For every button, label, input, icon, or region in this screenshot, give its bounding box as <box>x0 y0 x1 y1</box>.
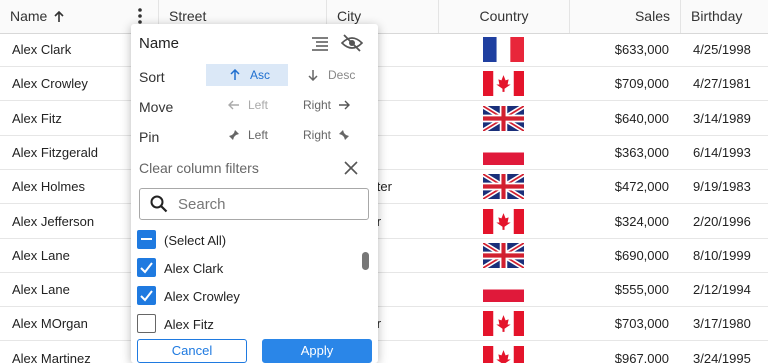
table-row[interactable]: Alex Fitzgeraldw$363,0006/14/1993 <box>0 136 768 170</box>
column-header-name-label: Name <box>10 8 48 24</box>
filter-option-alex-clark[interactable]: Alex Clark <box>131 258 356 280</box>
cell-sales: $472,000 <box>614 179 669 195</box>
column-header-sales[interactable]: Sales <box>570 0 681 33</box>
move-left-label: Left <box>248 98 269 112</box>
grid-header: Name Street City Country Sales Birthday <box>0 0 768 34</box>
search-placeholder: Search <box>178 196 226 213</box>
canada-flag-icon <box>483 71 524 97</box>
sort-desc-button[interactable]: Desc <box>301 64 371 86</box>
arrow-down-icon <box>308 70 318 81</box>
arrow-right-icon <box>339 100 350 110</box>
pin-icon <box>229 130 239 140</box>
cell-sales: $709,000 <box>614 76 669 92</box>
cancel-button[interactable]: Cancel <box>137 339 247 363</box>
search-input[interactable]: Search <box>139 188 369 220</box>
checkbox-checked[interactable] <box>137 258 156 277</box>
table-row[interactable]: Alex Laneol$690,0008/10/1999 <box>0 239 768 273</box>
clear-column-filters-button[interactable]: Clear column filters <box>139 160 259 176</box>
sort-label: Sort <box>139 69 165 85</box>
filter-option-alex-crowley[interactable]: Alex Crowley <box>131 286 356 308</box>
cell-birthday: 8/10/1999 <box>693 247 751 263</box>
checkbox-indeterminate[interactable] <box>137 230 156 249</box>
move-left-button[interactable]: Left <box>226 94 276 116</box>
move-label: Move <box>139 99 174 115</box>
cell-sales: $690,000 <box>614 247 669 263</box>
france-flag-icon <box>483 37 524 62</box>
pin-right-label: Right <box>303 128 332 142</box>
cell-sales: $633,000 <box>614 42 669 57</box>
pin-icon <box>339 130 349 140</box>
table-row[interactable]: Alex Fitzol$640,0003/14/1989 <box>0 102 768 136</box>
column-header-birthday[interactable]: Birthday <box>681 0 768 33</box>
close-icon[interactable] <box>344 161 358 175</box>
checkbox-unchecked[interactable] <box>137 314 156 333</box>
filter-option-label: Alex Fitz <box>164 317 214 332</box>
cell-sales: $703,000 <box>614 316 669 332</box>
move-right-button[interactable]: Right <box>303 94 363 116</box>
table-row[interactable]: Alex Holmesester$472,0009/19/1983 <box>0 170 768 205</box>
uk-flag-icon <box>483 174 524 200</box>
filter-option-select-all[interactable]: (Select All) <box>131 230 356 252</box>
check-icon <box>140 262 153 274</box>
cell-birthday: 3/24/1995 <box>693 350 751 363</box>
cell-birthday: 4/27/1981 <box>693 76 751 92</box>
pin-right-button[interactable]: Right <box>303 124 363 146</box>
poland-flag-icon <box>483 139 524 165</box>
cell-birthday: 3/17/1980 <box>693 316 751 332</box>
pin-left-button[interactable]: Left <box>226 124 276 146</box>
canada-flag-icon <box>483 311 524 337</box>
table-row[interactable]: Alex Clarkle$633,0004/25/1998 <box>0 33 768 67</box>
apply-button[interactable]: Apply <box>262 339 372 363</box>
cell-birthday: 9/19/1983 <box>693 179 751 195</box>
cell-birthday: 2/20/1996 <box>693 213 751 229</box>
filter-option-label: Alex Clark <box>164 261 224 276</box>
cell-birthday: 2/12/1994 <box>693 282 751 298</box>
sort-desc-label: Desc <box>328 68 356 82</box>
arrow-left-icon <box>228 100 239 110</box>
cell-sales: $555,000 <box>614 282 669 298</box>
sort-asc-button[interactable]: Asc <box>206 64 288 86</box>
cell-sales: $324,000 <box>614 213 669 229</box>
column-header-country[interactable]: Country <box>439 0 570 33</box>
data-grid: Name Street City Country Sales Birthday … <box>0 0 768 363</box>
table-row[interactable]: Alex Lanew$555,0002/12/1994 <box>0 273 768 308</box>
filter-option-label: Alex Crowley <box>164 289 240 304</box>
column-chooser-icon[interactable] <box>311 37 329 51</box>
cell-birthday: 3/14/1989 <box>693 110 751 126</box>
table-row[interactable]: Alex Crowleyal$709,0004/27/1981 <box>0 67 768 102</box>
checkbox-checked[interactable] <box>137 286 156 305</box>
sort-asc-label: Asc <box>250 68 271 82</box>
arrow-up-icon <box>230 69 240 80</box>
search-icon <box>150 195 168 213</box>
column-menu-title: Name <box>139 35 180 52</box>
filter-list-scrollbar[interactable] <box>362 252 369 270</box>
move-right-label: Right <box>303 98 332 112</box>
table-row[interactable]: Alex Martinez $967,000 3/24/1995 <box>0 342 768 363</box>
cell-sales: $967,000 <box>614 350 669 363</box>
uk-flag-icon <box>483 105 524 131</box>
table-row[interactable]: Alex MOrganver$703,0003/17/1980 <box>0 307 768 342</box>
filter-option-alex-fitz[interactable]: Alex Fitz <box>131 314 356 336</box>
column-menu: Name Sort Asc Desc Move Left Right Pin L… <box>131 24 378 363</box>
canada-flag-icon <box>483 345 524 363</box>
cell-birthday: 6/14/1993 <box>693 144 751 160</box>
pin-left-label: Left <box>248 128 269 142</box>
canada-flag-icon <box>483 208 524 234</box>
column-menu-icon[interactable] <box>137 8 143 24</box>
cell-birthday: 4/25/1998 <box>693 42 751 57</box>
arrow-up-icon <box>54 11 64 22</box>
filter-option-label: (Select All) <box>164 233 227 248</box>
hide-column-icon[interactable] <box>341 34 363 52</box>
uk-flag-icon <box>483 242 524 268</box>
cell-sales: $640,000 <box>614 110 669 126</box>
cell-sales: $363,000 <box>614 144 669 160</box>
poland-flag-icon <box>483 277 524 303</box>
pin-label: Pin <box>139 129 160 145</box>
check-icon <box>140 290 153 302</box>
table-row[interactable]: Alex Jeffersonver$324,0002/20/1996 <box>0 205 768 239</box>
